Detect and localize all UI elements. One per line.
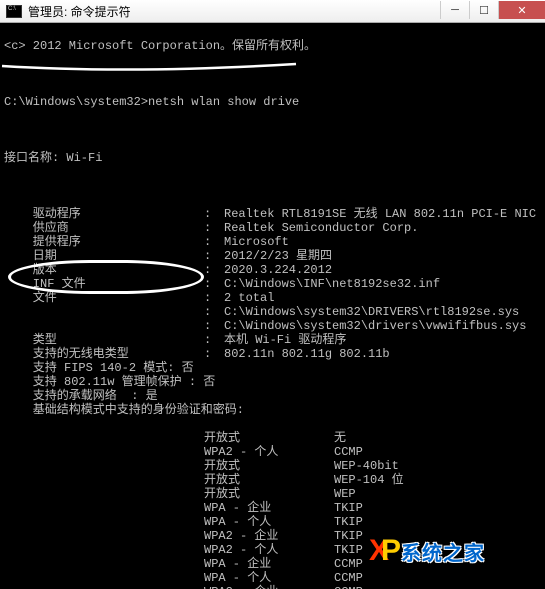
close-button[interactable]: ✕ [498,1,545,19]
terminal-output[interactable]: <c> 2012 Microsoft Corporation。保留所有权利。 C… [0,23,545,589]
maximize-button[interactable]: ☐ [469,1,498,19]
info-row: 支持的无线电类型: 802.11n 802.11g 802.11b [4,347,541,361]
cmd-icon [6,5,22,18]
window-titlebar: 管理员: 命令提示符 ─ ☐ ✕ [0,0,545,23]
info-row: : C:\Windows\system32\DRIVERS\rtl8192se.… [4,305,541,319]
auth-row: WPA - 企业TKIP [4,501,541,515]
window-title: 管理员: 命令提示符 [28,3,131,20]
annotation-circle-icon [8,260,204,294]
auth-row: WPA - 企业CCMP [4,557,541,571]
auth-row: WPA2 - 企业CCMP [4,585,541,589]
auth-row: 开放式WEP-104 位 [4,473,541,487]
interface-name: 接口名称: Wi-Fi [4,151,541,165]
auth-row: WPA - 个人TKIP [4,515,541,529]
info-row: 支持 802.11w 管理帧保护 : 否 [4,375,541,389]
auth-row: 开放式无 [4,431,541,445]
info-row: 提供程序: Microsoft [4,235,541,249]
auth-row: WPA2 - 个人CCMP [4,445,541,459]
auth-row: WPA2 - 企业TKIP [4,529,541,543]
auth-row: 开放式WEP [4,487,541,501]
info-row: 类型: 本机 Wi-Fi 驱动程序 [4,333,541,347]
info-row: : C:\Windows\system32\drivers\vwwififbus… [4,319,541,333]
info-row: 供应商: Realtek Semiconductor Corp. [4,221,541,235]
command-text: netsh wlan show drive [148,95,299,109]
copyright-line: <c> 2012 Microsoft Corporation。保留所有权利。 [4,39,541,53]
minimize-button[interactable]: ─ [440,1,469,19]
auth-row: 开放式WEP-40bit [4,459,541,473]
info-row: 支持 FIPS 140-2 模式: 否 [4,361,541,375]
prompt: C:\Windows\system32> [4,95,148,109]
info-row: 驱动程序: Realtek RTL8191SE 无线 LAN 802.11n P… [4,207,541,221]
auth-row: WPA2 - 个人TKIP [4,543,541,557]
info-row: 基础结构模式中支持的身份验证和密码: [4,403,541,417]
window-controls: ─ ☐ ✕ [440,1,545,21]
info-row: 支持的承载网络 : 是 [4,389,541,403]
auth-row: WPA - 个人CCMP [4,571,541,585]
